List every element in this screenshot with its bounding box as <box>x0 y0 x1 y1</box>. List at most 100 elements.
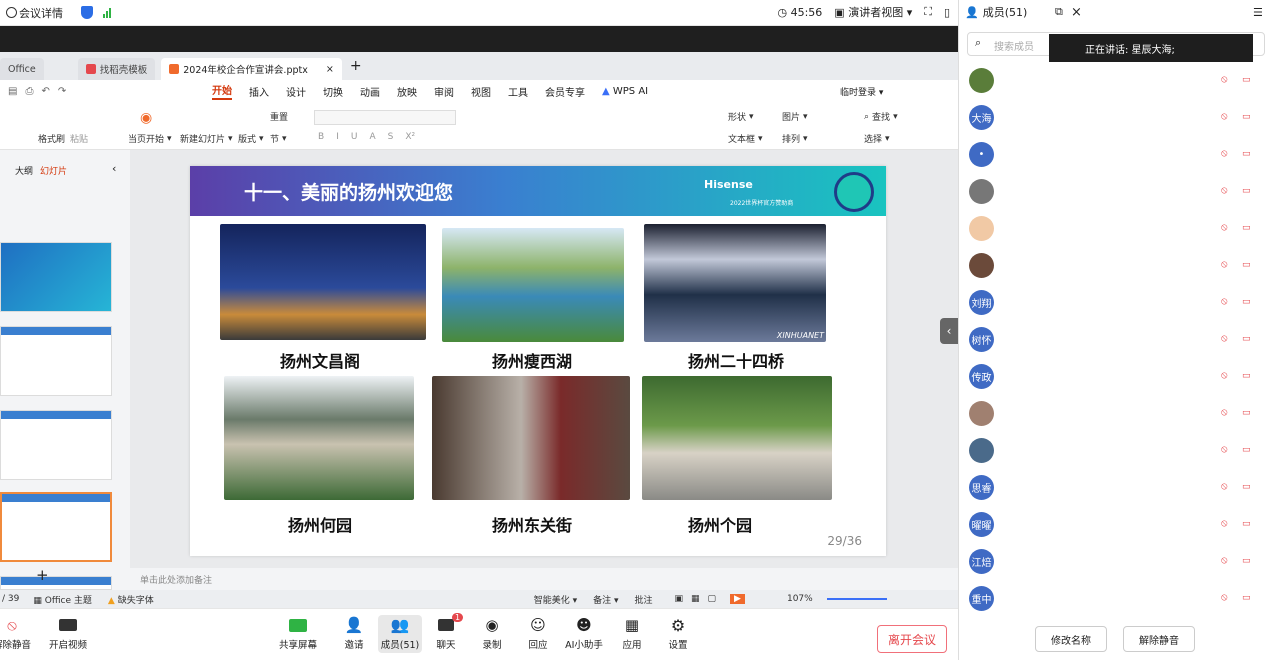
shape-button[interactable]: 形状 ▾ <box>728 110 754 124</box>
slide-thumbnail[interactable] <box>0 492 112 562</box>
member-row[interactable]: 传政 ⦸ ▭ <box>959 358 1268 395</box>
member-row[interactable]: 曜曜 ⦸ ▭ <box>959 506 1268 543</box>
unmute-button[interactable]: ⦸解除静音 <box>0 615 34 651</box>
camera-off-icon[interactable]: ▭ <box>1242 112 1256 122</box>
new-slide-button[interactable]: 新建幻灯片 ▾ <box>180 132 233 146</box>
member-row[interactable]: ⦸ ▭ <box>959 173 1268 210</box>
mic-muted-icon[interactable]: ⦸ <box>1221 370 1231 382</box>
tab-pptx[interactable]: 2024年校企合作宣讲会.pptx × <box>161 58 342 80</box>
menu-insert[interactable]: 插入 <box>249 84 269 99</box>
menu-design[interactable]: 设计 <box>286 84 306 99</box>
menu-animation[interactable]: 动画 <box>360 84 380 99</box>
reaction-button[interactable]: ☺ 回应 <box>516 615 560 651</box>
save-icon[interactable]: ▤ <box>8 86 17 97</box>
member-row[interactable]: ⦸ ▭ <box>959 247 1268 284</box>
mic-muted-icon[interactable]: ⦸ <box>1221 222 1231 234</box>
mic-muted-icon[interactable]: ⦸ <box>1221 407 1231 419</box>
zoom-slider[interactable] <box>826 598 887 600</box>
invite-button[interactable]: 👤 邀请 <box>332 615 376 651</box>
layout-button[interactable]: 版式 ▾ <box>238 132 264 146</box>
mic-muted-icon[interactable]: ⦸ <box>1221 148 1231 160</box>
current-slide[interactable]: 十一、美丽的扬州欢迎您 Hisense 2022世界杯官方赞助商 XINHUAN… <box>190 166 886 556</box>
mic-muted-icon[interactable]: ⦸ <box>1221 185 1231 197</box>
member-row[interactable]: ⦸ ▭ <box>959 210 1268 247</box>
new-tab-button[interactable]: + <box>350 58 362 80</box>
signal-icon[interactable] <box>103 7 111 18</box>
mic-muted-icon[interactable]: ⦸ <box>1221 296 1231 308</box>
popout-icon[interactable]: ⧉ <box>1055 5 1063 19</box>
view-buttons[interactable]: ▣▦▢ <box>675 594 725 604</box>
member-row[interactable]: 江焙 ⦸ ▭ <box>959 543 1268 580</box>
add-slide-button[interactable]: + <box>36 566 49 584</box>
camera-off-icon[interactable]: ▭ <box>1242 593 1256 603</box>
member-row[interactable]: ⦸ ▭ <box>959 395 1268 432</box>
record-button[interactable]: ◉ 录制 <box>470 615 514 651</box>
font-style-buttons[interactable]: B I U A S X² <box>318 132 415 142</box>
camera-off-icon[interactable]: ▭ <box>1242 297 1256 307</box>
member-row[interactable]: ⦸ ▭ <box>959 432 1268 469</box>
settings-button[interactable]: ⚙ 设置 <box>656 615 700 652</box>
members-button[interactable]: 👥 成员(51) <box>378 615 422 653</box>
notes-button[interactable]: 备注 ▾ <box>593 593 618 606</box>
zoom-level[interactable]: 107% <box>787 594 813 604</box>
slide-thumbnail[interactable] <box>0 326 112 396</box>
missing-font-button[interactable]: ▲ 缺失字体 <box>108 593 154 606</box>
slide-thumbnail[interactable] <box>0 242 112 312</box>
beautify-button[interactable]: 智能美化 ▾ <box>534 593 577 606</box>
collapse-sidebar-button[interactable]: ‹ <box>940 318 958 344</box>
mic-muted-icon[interactable]: ⦸ <box>1221 74 1231 86</box>
close-icon[interactable]: × <box>1071 5 1082 20</box>
fullscreen-icon[interactable]: ⛶ <box>924 5 932 19</box>
format-painter-button[interactable]: 格式刷 <box>38 132 65 145</box>
info-icon[interactable] <box>6 7 17 18</box>
tab-outline[interactable]: 大纲 <box>15 164 33 177</box>
camera-off-icon[interactable]: ▭ <box>1242 482 1256 492</box>
paste-button[interactable]: 粘贴 <box>70 132 88 145</box>
shield-icon[interactable] <box>81 6 93 19</box>
tab-office[interactable]: Office <box>0 58 44 80</box>
member-row[interactable]: 刘翔 ⦸ ▭ <box>959 284 1268 321</box>
section-button[interactable]: 节 ▾ <box>270 132 287 146</box>
meeting-details-link[interactable]: 会议详情 <box>19 5 63 21</box>
reset-button[interactable]: 重置 <box>270 110 288 123</box>
member-row[interactable]: ⦸ ▭ <box>959 62 1268 99</box>
slide-thumbnail[interactable] <box>0 410 112 480</box>
member-row[interactable]: • ⦸ ▭ <box>959 136 1268 173</box>
tab-template[interactable]: 找稻壳模板 <box>77 58 156 80</box>
tab-slides[interactable]: 幻灯片 <box>40 164 67 177</box>
font-name-box[interactable] <box>314 110 456 125</box>
view-mode-dropdown[interactable]: ▣ 演讲者视图 ▾ <box>834 4 912 20</box>
mic-muted-icon[interactable]: ⦸ <box>1221 444 1231 456</box>
chat-button[interactable]: 1 聊天 <box>424 613 468 651</box>
mic-muted-icon[interactable]: ⦸ <box>1221 518 1231 530</box>
menu-wps-ai[interactable]: ▲ WPS AI <box>602 86 648 97</box>
panel-toggle-icon[interactable]: ▯ <box>944 6 950 19</box>
play-from-current-button[interactable]: 当页开始 ▾ <box>128 132 172 146</box>
ai-assistant-button[interactable]: ☻ AI小助手 <box>562 615 606 651</box>
camera-off-icon[interactable]: ▭ <box>1242 519 1256 529</box>
collapse-panel-icon[interactable]: ‹ <box>112 162 116 175</box>
menu-tools[interactable]: 工具 <box>508 84 528 99</box>
mic-muted-icon[interactable]: ⦸ <box>1221 111 1231 123</box>
account-button[interactable]: 临时登录 ▾ <box>840 85 883 98</box>
play-slideshow-icon[interactable]: ▶ <box>730 594 745 604</box>
textbox-button[interactable]: 文本框 ▾ <box>728 132 763 146</box>
camera-off-icon[interactable]: ▭ <box>1242 556 1256 566</box>
start-video-button[interactable]: 开启视频 <box>46 615 90 651</box>
menu-member[interactable]: 会员专享 <box>545 84 585 99</box>
arrange-button[interactable]: 排列 ▾ <box>782 132 808 146</box>
member-row[interactable]: 重中 ⦸ ▭ <box>959 580 1268 617</box>
close-icon[interactable]: × <box>326 64 334 75</box>
undo-icon[interactable]: ↶ <box>41 86 49 97</box>
leave-meeting-button[interactable]: 离开会议 <box>877 625 947 653</box>
mic-muted-icon[interactable]: ⦸ <box>1221 333 1231 345</box>
mic-muted-icon[interactable]: ⦸ <box>1221 259 1231 271</box>
mic-muted-icon[interactable]: ⦸ <box>1221 555 1231 567</box>
find-button[interactable]: ⌕ 查找 ▾ <box>864 110 898 124</box>
member-row[interactable]: 思睿 ⦸ ▭ <box>959 469 1268 506</box>
camera-off-icon[interactable]: ▭ <box>1242 149 1256 159</box>
unmute-all-button[interactable]: 解除静音 <box>1123 626 1195 652</box>
apps-button[interactable]: ▦ 应用 <box>610 615 654 651</box>
redo-icon[interactable]: ↷ <box>58 86 66 97</box>
camera-off-icon[interactable]: ▭ <box>1242 334 1256 344</box>
